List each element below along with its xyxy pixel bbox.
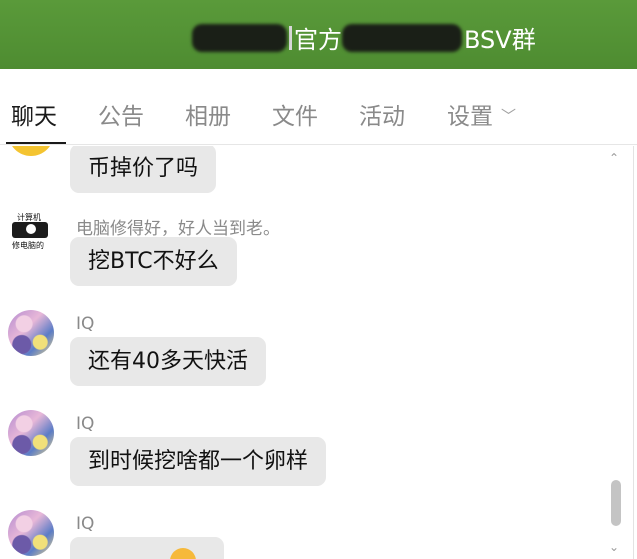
tab-chat[interactable]: 聊天 xyxy=(11,97,57,131)
title-divider xyxy=(289,25,292,50)
chevron-down-icon: ﹀ xyxy=(501,107,517,125)
tab-events[interactable]: 活动 xyxy=(359,97,405,131)
group-title-suffix: BSV群 xyxy=(464,26,536,54)
sender-name[interactable]: IQ xyxy=(76,314,94,334)
avatar-face xyxy=(26,224,36,234)
message-bubble[interactable]: 挖BTC不好么 xyxy=(70,237,237,286)
avatar-caption-bottom: 修电脑的 xyxy=(12,241,44,250)
avatar[interactable] xyxy=(8,310,54,356)
chat-message-list[interactable]: 币掉价了吗 计算机 修电脑的 电脑修得好，好人当到老。 挖BTC不好么 IQ 还… xyxy=(0,146,637,559)
sender-name[interactable]: IQ xyxy=(76,514,94,534)
message-bubble[interactable] xyxy=(70,537,224,559)
avatar[interactable]: 计算机 修电脑的 xyxy=(8,210,54,256)
group-title: 官方 BSV群 xyxy=(192,20,536,55)
tab-bar: 聊天 公告 相册 文件 活动 设置 ﹀ xyxy=(0,69,637,145)
group-title-middle: 官方 xyxy=(294,26,342,54)
tab-settings[interactable]: 设置 ﹀ xyxy=(447,97,516,131)
avatar[interactable] xyxy=(8,510,54,556)
sender-name[interactable]: 电脑修得好，好人当到老。 xyxy=(76,214,280,239)
scroll-down-icon[interactable]: ⌄ xyxy=(609,540,619,554)
scrollbar-thumb[interactable] xyxy=(611,480,621,526)
avatar[interactable] xyxy=(8,146,54,156)
message-bubble[interactable]: 币掉价了吗 xyxy=(70,146,217,193)
redacted-block xyxy=(342,23,462,52)
panel-border xyxy=(633,146,634,559)
active-tab-indicator xyxy=(6,142,66,144)
avatar[interactable] xyxy=(8,410,54,456)
message-bubble[interactable]: 还有40多天快活 xyxy=(70,337,266,386)
tab-settings-label: 设置 xyxy=(447,104,493,130)
tab-files[interactable]: 文件 xyxy=(272,97,318,131)
tab-announcements[interactable]: 公告 xyxy=(98,97,144,131)
redacted-block xyxy=(192,23,287,52)
group-header: 官方 BSV群 xyxy=(0,0,637,69)
sender-name[interactable]: IQ xyxy=(76,414,94,434)
scroll-up-icon[interactable]: ⌃ xyxy=(609,151,619,165)
message-bubble[interactable]: 到时候挖啥都一个卵样 xyxy=(70,437,327,486)
tab-album[interactable]: 相册 xyxy=(185,97,231,131)
